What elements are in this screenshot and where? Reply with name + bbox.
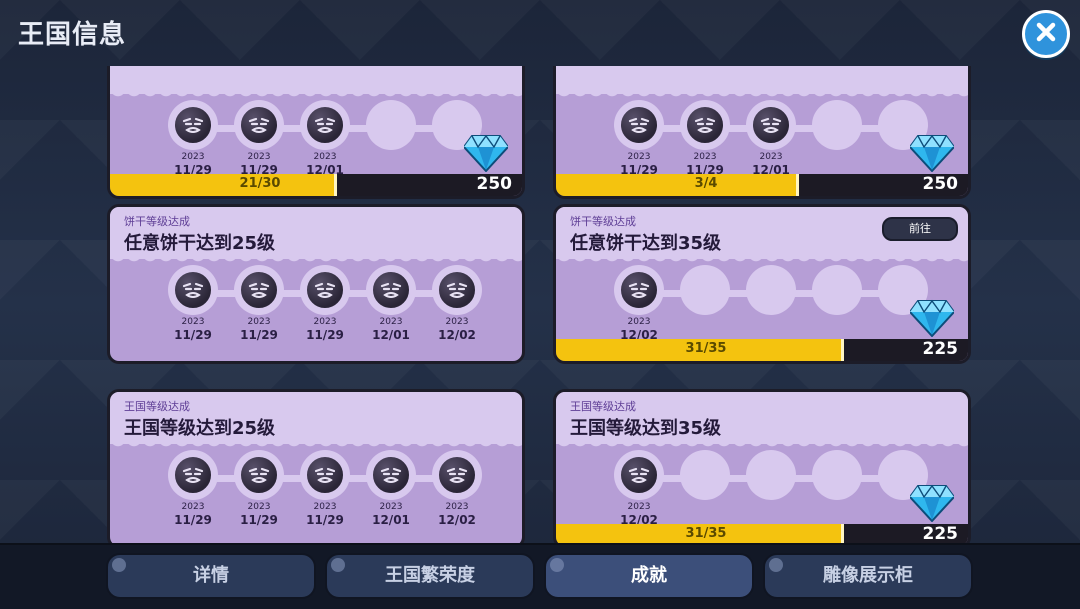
milestone-track: 2023 11/29 2023 11/29 2023 11/29 2023 12/01 2023… xyxy=(160,265,490,353)
cookie-face-badge-icon xyxy=(371,270,411,310)
tab-details[interactable]: 详情 xyxy=(106,553,316,599)
close-icon xyxy=(1034,20,1058,48)
progress-text: 3/4 xyxy=(694,176,718,191)
milestone-year: 2023 xyxy=(627,152,651,162)
milestone-slot xyxy=(680,265,730,315)
cookie-face-badge-icon xyxy=(173,105,213,145)
milestone-date: 11/29 xyxy=(240,328,278,342)
reward-amount: 225 xyxy=(922,339,959,359)
milestone-slot xyxy=(812,450,862,500)
milestone-date: 12/01 xyxy=(372,328,410,342)
milestone-date: 11/29 xyxy=(240,513,278,527)
milestone-year: 2023 xyxy=(313,502,337,512)
milestone-slot xyxy=(680,450,730,500)
reward-amount: 250 xyxy=(922,174,959,194)
milestone-track: 2023 11/29 2023 11/29 2023 11/29 2023 12/01 2023… xyxy=(160,450,490,538)
progress-text: 21/30 xyxy=(239,176,281,191)
milestone-year: 2023 xyxy=(181,152,205,162)
milestone-slot xyxy=(812,265,862,315)
achievement-title: 任意饼干达到35级 xyxy=(570,233,722,254)
milestone-date: 11/29 xyxy=(306,328,344,342)
milestone-year: 2023 xyxy=(313,152,337,162)
milestone-year: 2023 xyxy=(627,317,651,327)
progress-text: 31/35 xyxy=(685,341,727,356)
milestone-slot xyxy=(746,265,796,315)
milestone-date: 11/29 xyxy=(174,513,212,527)
close-button[interactable] xyxy=(1022,10,1070,58)
cookie-face-badge-icon xyxy=(239,105,279,145)
achievement-card: 王国等级达成 王国等级达到35级 2023 12/02 31/35 225 xyxy=(553,389,971,543)
milestone-slot xyxy=(746,450,796,500)
milestone-date: 12/01 xyxy=(372,513,410,527)
achievement-card: 2023 11/29 2023 11/29 2023 12/01 21/30 250 xyxy=(107,66,525,199)
cookie-face-badge-icon xyxy=(305,105,345,145)
milestone-year: 2023 xyxy=(693,152,717,162)
card-header xyxy=(556,66,968,101)
cookie-face-badge-icon xyxy=(619,455,659,495)
tab-statue-showcase[interactable]: 雕像展示柜 xyxy=(763,553,973,599)
page-title: 王国信息 xyxy=(18,20,127,50)
reward: 225 xyxy=(902,484,960,543)
milestone-year: 2023 xyxy=(181,502,205,512)
cookie-face-badge-icon xyxy=(751,105,791,145)
cookie-face-badge-icon xyxy=(619,105,659,145)
cookie-face-badge-icon xyxy=(239,455,279,495)
tab-achievements[interactable]: 成就 xyxy=(544,553,754,599)
achievement-title: 王国等级达到25级 xyxy=(124,418,276,439)
cookie-face-badge-icon xyxy=(305,455,345,495)
achievement-category: 王国等级达成 xyxy=(124,400,190,413)
cookie-face-badge-icon xyxy=(173,455,213,495)
cookie-face-badge-icon xyxy=(619,270,659,310)
achievement-card: 饼干等级达成 任意饼干达到25级 2023 11/29 2023 11/29 2023 11/… xyxy=(107,204,525,364)
milestone-year: 2023 xyxy=(759,152,783,162)
milestone-date: 12/02 xyxy=(438,513,476,527)
achievement-card: 饼干等级达成 任意饼干达到35级 前往 2023 12/02 31/35 225 xyxy=(553,204,971,364)
milestone-year: 2023 xyxy=(379,502,403,512)
achievement-card: 王国等级达成 王国等级达到25级 2023 11/29 2023 11/29 2023 11/… xyxy=(107,389,525,543)
milestone-year: 2023 xyxy=(247,317,271,327)
card-header xyxy=(110,66,522,101)
reward: 250 xyxy=(902,134,960,194)
achievement-title: 王国等级达到35级 xyxy=(570,418,722,439)
tab-kingdom-prosperity[interactable]: 王国繁荣度 xyxy=(325,553,535,599)
cookie-face-badge-icon xyxy=(437,455,477,495)
reward-amount: 225 xyxy=(922,524,959,543)
reward-amount: 250 xyxy=(476,174,513,194)
milestone-date: 11/29 xyxy=(174,328,212,342)
milestone-year: 2023 xyxy=(181,317,205,327)
cookie-face-badge-icon xyxy=(685,105,725,145)
milestone-year: 2023 xyxy=(313,317,337,327)
cookie-face-badge-icon xyxy=(371,455,411,495)
milestone-year: 2023 xyxy=(247,152,271,162)
achievement-title: 任意饼干达到25级 xyxy=(124,233,276,254)
reward: 250 xyxy=(456,134,514,194)
achievement-category: 饼干等级达成 xyxy=(570,215,636,228)
progress-text: 31/35 xyxy=(685,526,727,541)
cookie-face-badge-icon xyxy=(173,270,213,310)
milestone-date: 12/02 xyxy=(438,328,476,342)
achievement-category: 饼干等级达成 xyxy=(124,215,190,228)
milestone-slot xyxy=(366,100,416,150)
reward: 225 xyxy=(902,299,960,359)
milestone-slot xyxy=(812,100,862,150)
milestone-date: 11/29 xyxy=(306,513,344,527)
milestone-year: 2023 xyxy=(627,502,651,512)
milestone-year: 2023 xyxy=(379,317,403,327)
milestone-year: 2023 xyxy=(445,317,469,327)
achievement-list[interactable]: 2023 11/29 2023 11/29 2023 12/01 21/30 250 2023 1… xyxy=(0,66,1080,543)
go-button[interactable]: 前往 xyxy=(882,217,958,241)
achievement-category: 王国等级达成 xyxy=(570,400,636,413)
achievement-card: 2023 11/29 2023 11/29 2023 12/01 3/4 250 xyxy=(553,66,971,199)
milestone-year: 2023 xyxy=(445,502,469,512)
cookie-face-badge-icon xyxy=(239,270,279,310)
cookie-face-badge-icon xyxy=(305,270,345,310)
bottom-tab-bar: 详情 王国繁荣度 成就 雕像展示柜 xyxy=(0,543,1080,609)
cookie-face-badge-icon xyxy=(437,270,477,310)
milestone-year: 2023 xyxy=(247,502,271,512)
